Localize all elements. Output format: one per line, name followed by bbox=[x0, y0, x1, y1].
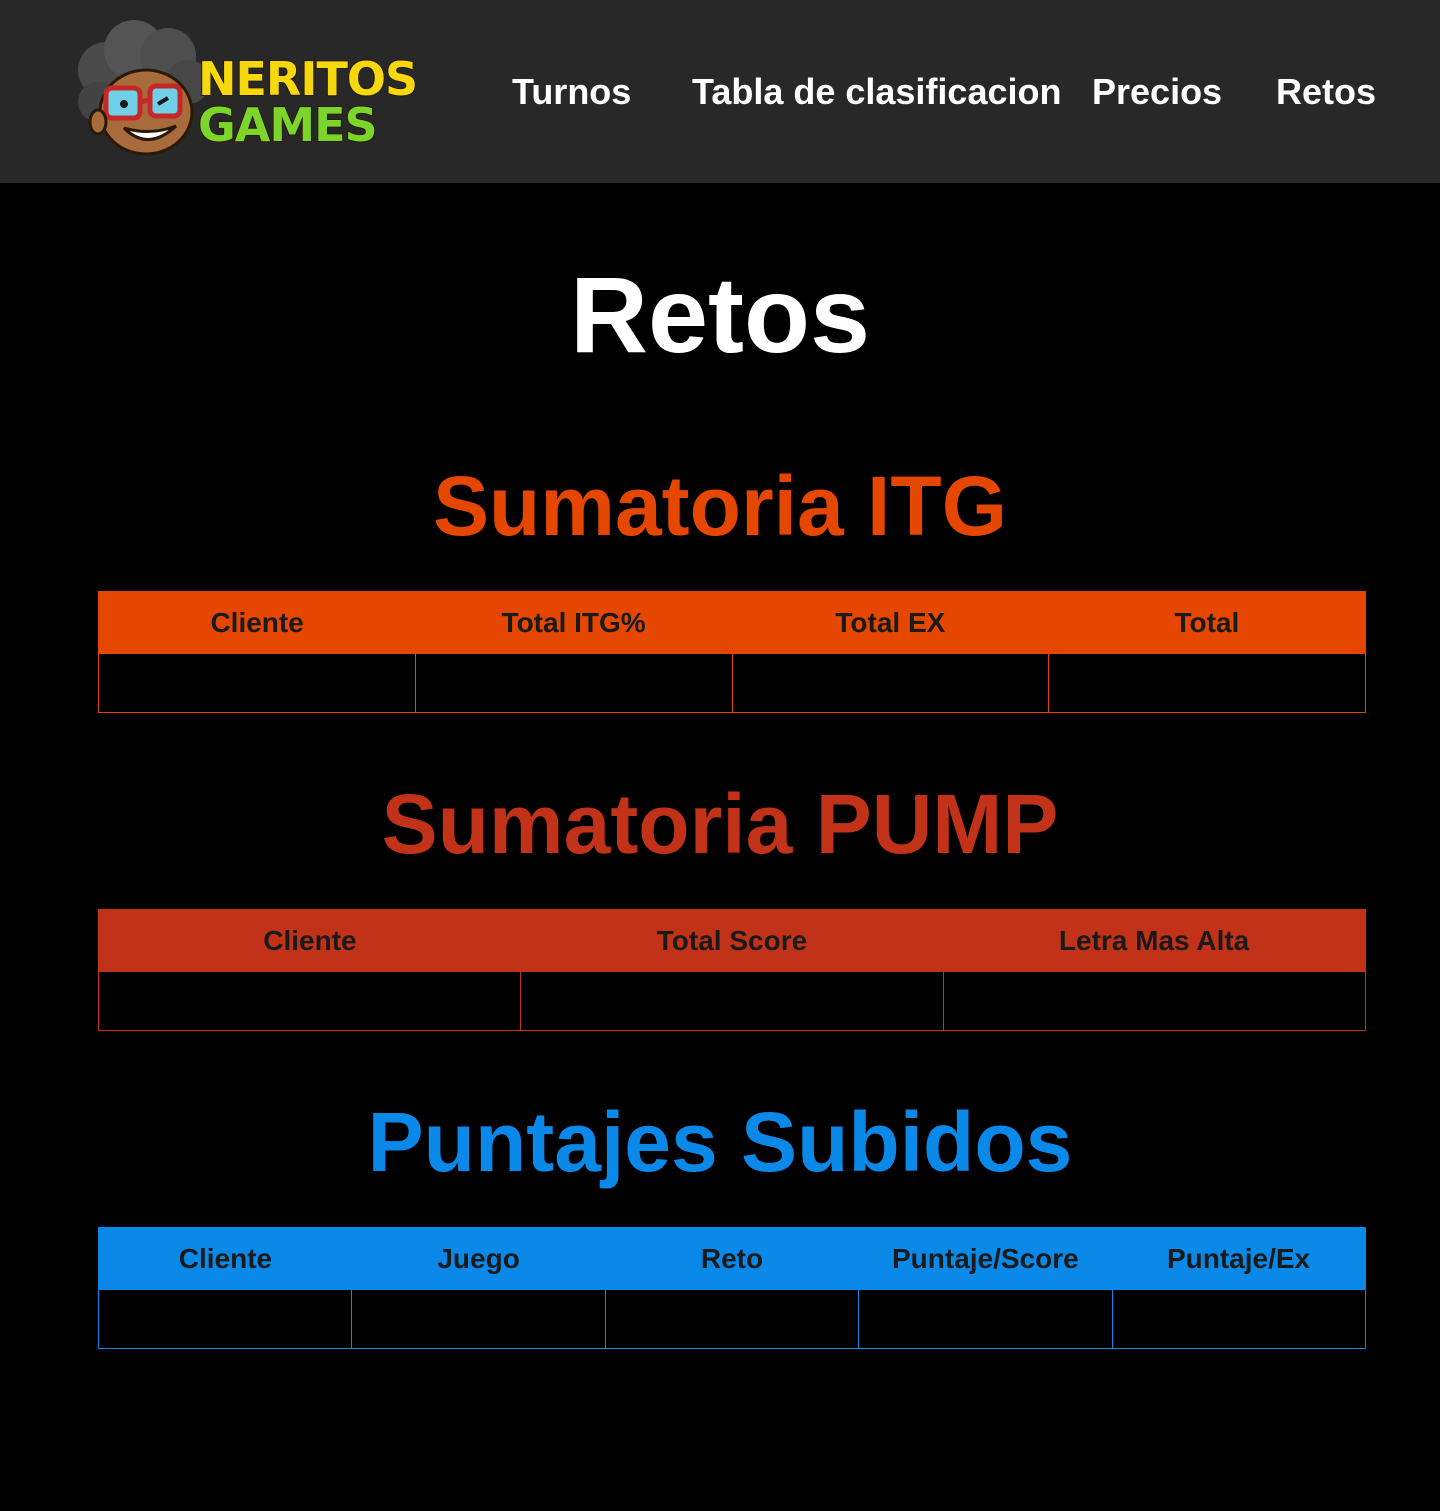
neritos-games-logo[interactable]: NERITOS GAMES bbox=[76, 20, 432, 160]
logo-text-games: GAMES bbox=[197, 97, 379, 153]
table-cell bbox=[520, 971, 944, 1031]
table-cell bbox=[97, 971, 522, 1031]
table-cell bbox=[1048, 653, 1366, 713]
column-header-letra-mas-alta[interactable]: Letra Mas Alta bbox=[943, 910, 1365, 972]
subidos-table-header-row: Cliente Juego Reto Puntaje/Score Puntaje… bbox=[98, 1227, 1366, 1290]
table-cell bbox=[731, 653, 1050, 713]
table-cell bbox=[414, 653, 733, 713]
column-header-cliente[interactable]: Cliente bbox=[99, 592, 416, 654]
column-header-total[interactable]: Total bbox=[1049, 592, 1366, 654]
page-title: Retos bbox=[569, 254, 871, 375]
table-cell bbox=[98, 653, 416, 713]
table-cell bbox=[604, 1289, 860, 1349]
nav-link-precios[interactable]: Precios bbox=[1092, 64, 1222, 120]
column-header-puntaje-ex[interactable]: Puntaje/Ex bbox=[1112, 1228, 1365, 1290]
pump-table-header-row: Cliente Total Score Letra Mas Alta bbox=[98, 909, 1366, 972]
site-header: NERITOS GAMES Turnos Tabla de clasificac… bbox=[0, 0, 1440, 183]
table-row bbox=[97, 971, 1367, 1031]
column-header-total-score[interactable]: Total Score bbox=[521, 910, 943, 972]
section-title-sumatoria-pump: Sumatoria PUMP bbox=[381, 777, 1059, 871]
column-header-puntaje-score[interactable]: Puntaje/Score bbox=[859, 1228, 1112, 1290]
table-cell bbox=[351, 1289, 606, 1349]
nav-link-tabla-de-clasificacion[interactable]: Tabla de clasificacion bbox=[692, 64, 1061, 120]
pump-table: Cliente Total Score Letra Mas Alta bbox=[97, 909, 1367, 1031]
column-header-cliente[interactable]: Cliente bbox=[99, 1228, 352, 1290]
column-header-reto[interactable]: Reto bbox=[605, 1228, 858, 1290]
column-header-juego[interactable]: Juego bbox=[352, 1228, 605, 1290]
column-header-cliente[interactable]: Cliente bbox=[99, 910, 521, 972]
table-cell bbox=[942, 971, 1367, 1031]
table-row bbox=[98, 653, 1366, 713]
section-title-puntajes-subidos: Puntajes Subidos bbox=[367, 1095, 1073, 1189]
puntajes-subidos-table: Cliente Juego Reto Puntaje/Score Puntaje… bbox=[97, 1227, 1367, 1349]
nav-link-retos[interactable]: Retos bbox=[1276, 64, 1376, 120]
itg-table: Cliente Total ITG% Total EX Total bbox=[98, 591, 1366, 713]
table-cell bbox=[858, 1289, 1113, 1349]
section-title-sumatoria-itg: Sumatoria ITG bbox=[432, 459, 1008, 553]
column-header-total-itg[interactable]: Total ITG% bbox=[415, 592, 732, 654]
table-cell bbox=[1111, 1289, 1367, 1349]
table-cell bbox=[97, 1289, 353, 1349]
nav-link-turnos[interactable]: Turnos bbox=[512, 64, 631, 120]
column-header-total-ex[interactable]: Total EX bbox=[732, 592, 1049, 654]
itg-table-header-row: Cliente Total ITG% Total EX Total bbox=[98, 591, 1366, 654]
table-row bbox=[97, 1289, 1367, 1349]
